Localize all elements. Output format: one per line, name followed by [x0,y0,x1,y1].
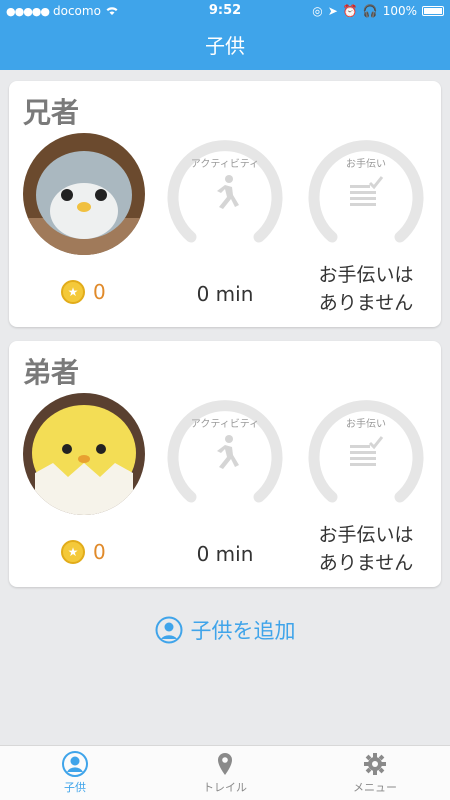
chores-value-line1: お手伝いは [318,524,414,546]
add-child-button[interactable]: 子供を追加 [0,615,450,645]
activity-label: アクティビティ [190,419,260,430]
page-title: 子供 [205,34,245,58]
tab-children[interactable]: 子供 [0,746,150,800]
checklist-icon [350,176,384,206]
tab-trail[interactable]: トレイル [150,746,300,800]
chores-value-line2: ありません [318,292,414,314]
coin-count: 0 [93,280,106,304]
activity-value: 0 min [196,282,254,306]
map-pin-icon [218,753,232,775]
lock-rotation-icon: ◎ [312,4,323,18]
chores-value: お手伝いは ありません [296,521,436,577]
chores-label: お手伝い [346,419,386,430]
chores-ring[interactable]: お手伝い [304,133,428,257]
tab-menu[interactable]: メニュー [300,746,450,800]
headphones-icon: 🎧 [362,4,378,18]
child-card[interactable]: 弟者 アクティビティ お手伝い ★ 0 0 min お手伝いは ありません [9,341,441,587]
battery-percent: 100% [382,4,417,18]
top-bar: ●●●●● docomo 9:52 ◎ ➤ ⏰ 🎧 100% 子供 [0,0,450,70]
alarm-icon: ⏰ [342,4,358,18]
checklist-icon [350,436,384,466]
battery-icon [422,6,444,16]
tab-label: トレイル [203,781,247,794]
status-bar: ●●●●● docomo 9:52 ◎ ➤ ⏰ 🎧 100% [0,0,450,22]
child-name: 弟者 [23,356,80,389]
person-icon [62,751,88,777]
tab-label: メニュー [353,781,397,794]
activity-ring[interactable]: アクティビティ [163,133,287,257]
child-name: 兄者 [23,96,80,129]
chores-value-line2: ありません [318,552,414,574]
chores-label: お手伝い [346,159,386,170]
location-icon: ➤ [327,4,338,18]
chores-value: お手伝いは ありません [296,261,436,317]
running-icon [217,175,239,209]
child-card[interactable]: 兄者 アクティビティ お手伝い ★ 0 0 min お手伝いは ありません [9,81,441,327]
tab-label: 子供 [64,781,86,794]
coin-icon: ★ [61,280,85,304]
person-circle-icon [155,616,182,644]
activity-ring[interactable]: アクティビティ [163,393,287,517]
activity-label: アクティビティ [190,159,260,170]
add-child-label: 子供を追加 [190,619,296,643]
running-icon [217,435,239,469]
avatar[interactable] [23,393,145,515]
tab-bar: 子供 トレイル メニュー [0,745,450,800]
gear-icon [364,753,386,775]
coin-count: 0 [93,540,106,564]
avatar[interactable] [23,133,145,255]
activity-value: 0 min [196,542,254,566]
coin-icon: ★ [61,540,85,564]
chores-ring[interactable]: お手伝い [304,393,428,517]
chores-value-line1: お手伝いは [318,264,414,286]
